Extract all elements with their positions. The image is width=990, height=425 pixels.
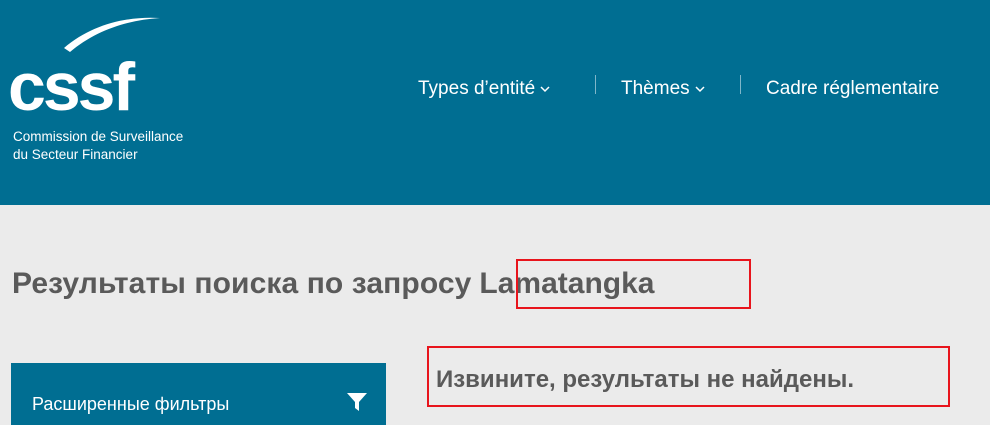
nav-themes[interactable]: Thèmes xyxy=(621,76,706,102)
chevron-down-icon xyxy=(695,86,705,93)
site-header: cssf Commission de Surveillance du Secte… xyxy=(0,0,990,205)
nav-types-entite[interactable]: Types d’entité xyxy=(418,76,551,102)
logo-subtitle-line2: du Secteur Financier xyxy=(13,147,138,162)
nav-divider xyxy=(595,75,596,94)
advanced-filters-toggle[interactable]: Расширенные фильтры xyxy=(11,363,386,425)
nav-types-entite-label: Types d’entité xyxy=(418,78,536,99)
search-results-heading: Результаты поиска по запросу xyxy=(12,267,472,300)
cssf-logo-mark: cssf xyxy=(8,17,160,125)
nav-cadre-reglementaire-label: Cadre réglementaire xyxy=(766,78,940,99)
nav-divider xyxy=(740,75,741,94)
nav-themes-label: Thèmes xyxy=(621,78,690,99)
advanced-filters-label: Расширенные фильтры xyxy=(32,394,230,414)
logo-subtitle-line1: Commission de Surveillance xyxy=(13,129,184,144)
nav-cadre-reglementaire[interactable]: Cadre réglementaire xyxy=(766,76,939,102)
filter-icon xyxy=(347,393,367,411)
cssf-logo[interactable]: cssf Commission de Surveillance du Secte… xyxy=(0,0,220,205)
chevron-down-icon xyxy=(540,86,550,93)
svg-text:cssf: cssf xyxy=(8,49,135,125)
highlight-box-query xyxy=(516,259,751,309)
highlight-box-no-results xyxy=(427,346,950,407)
